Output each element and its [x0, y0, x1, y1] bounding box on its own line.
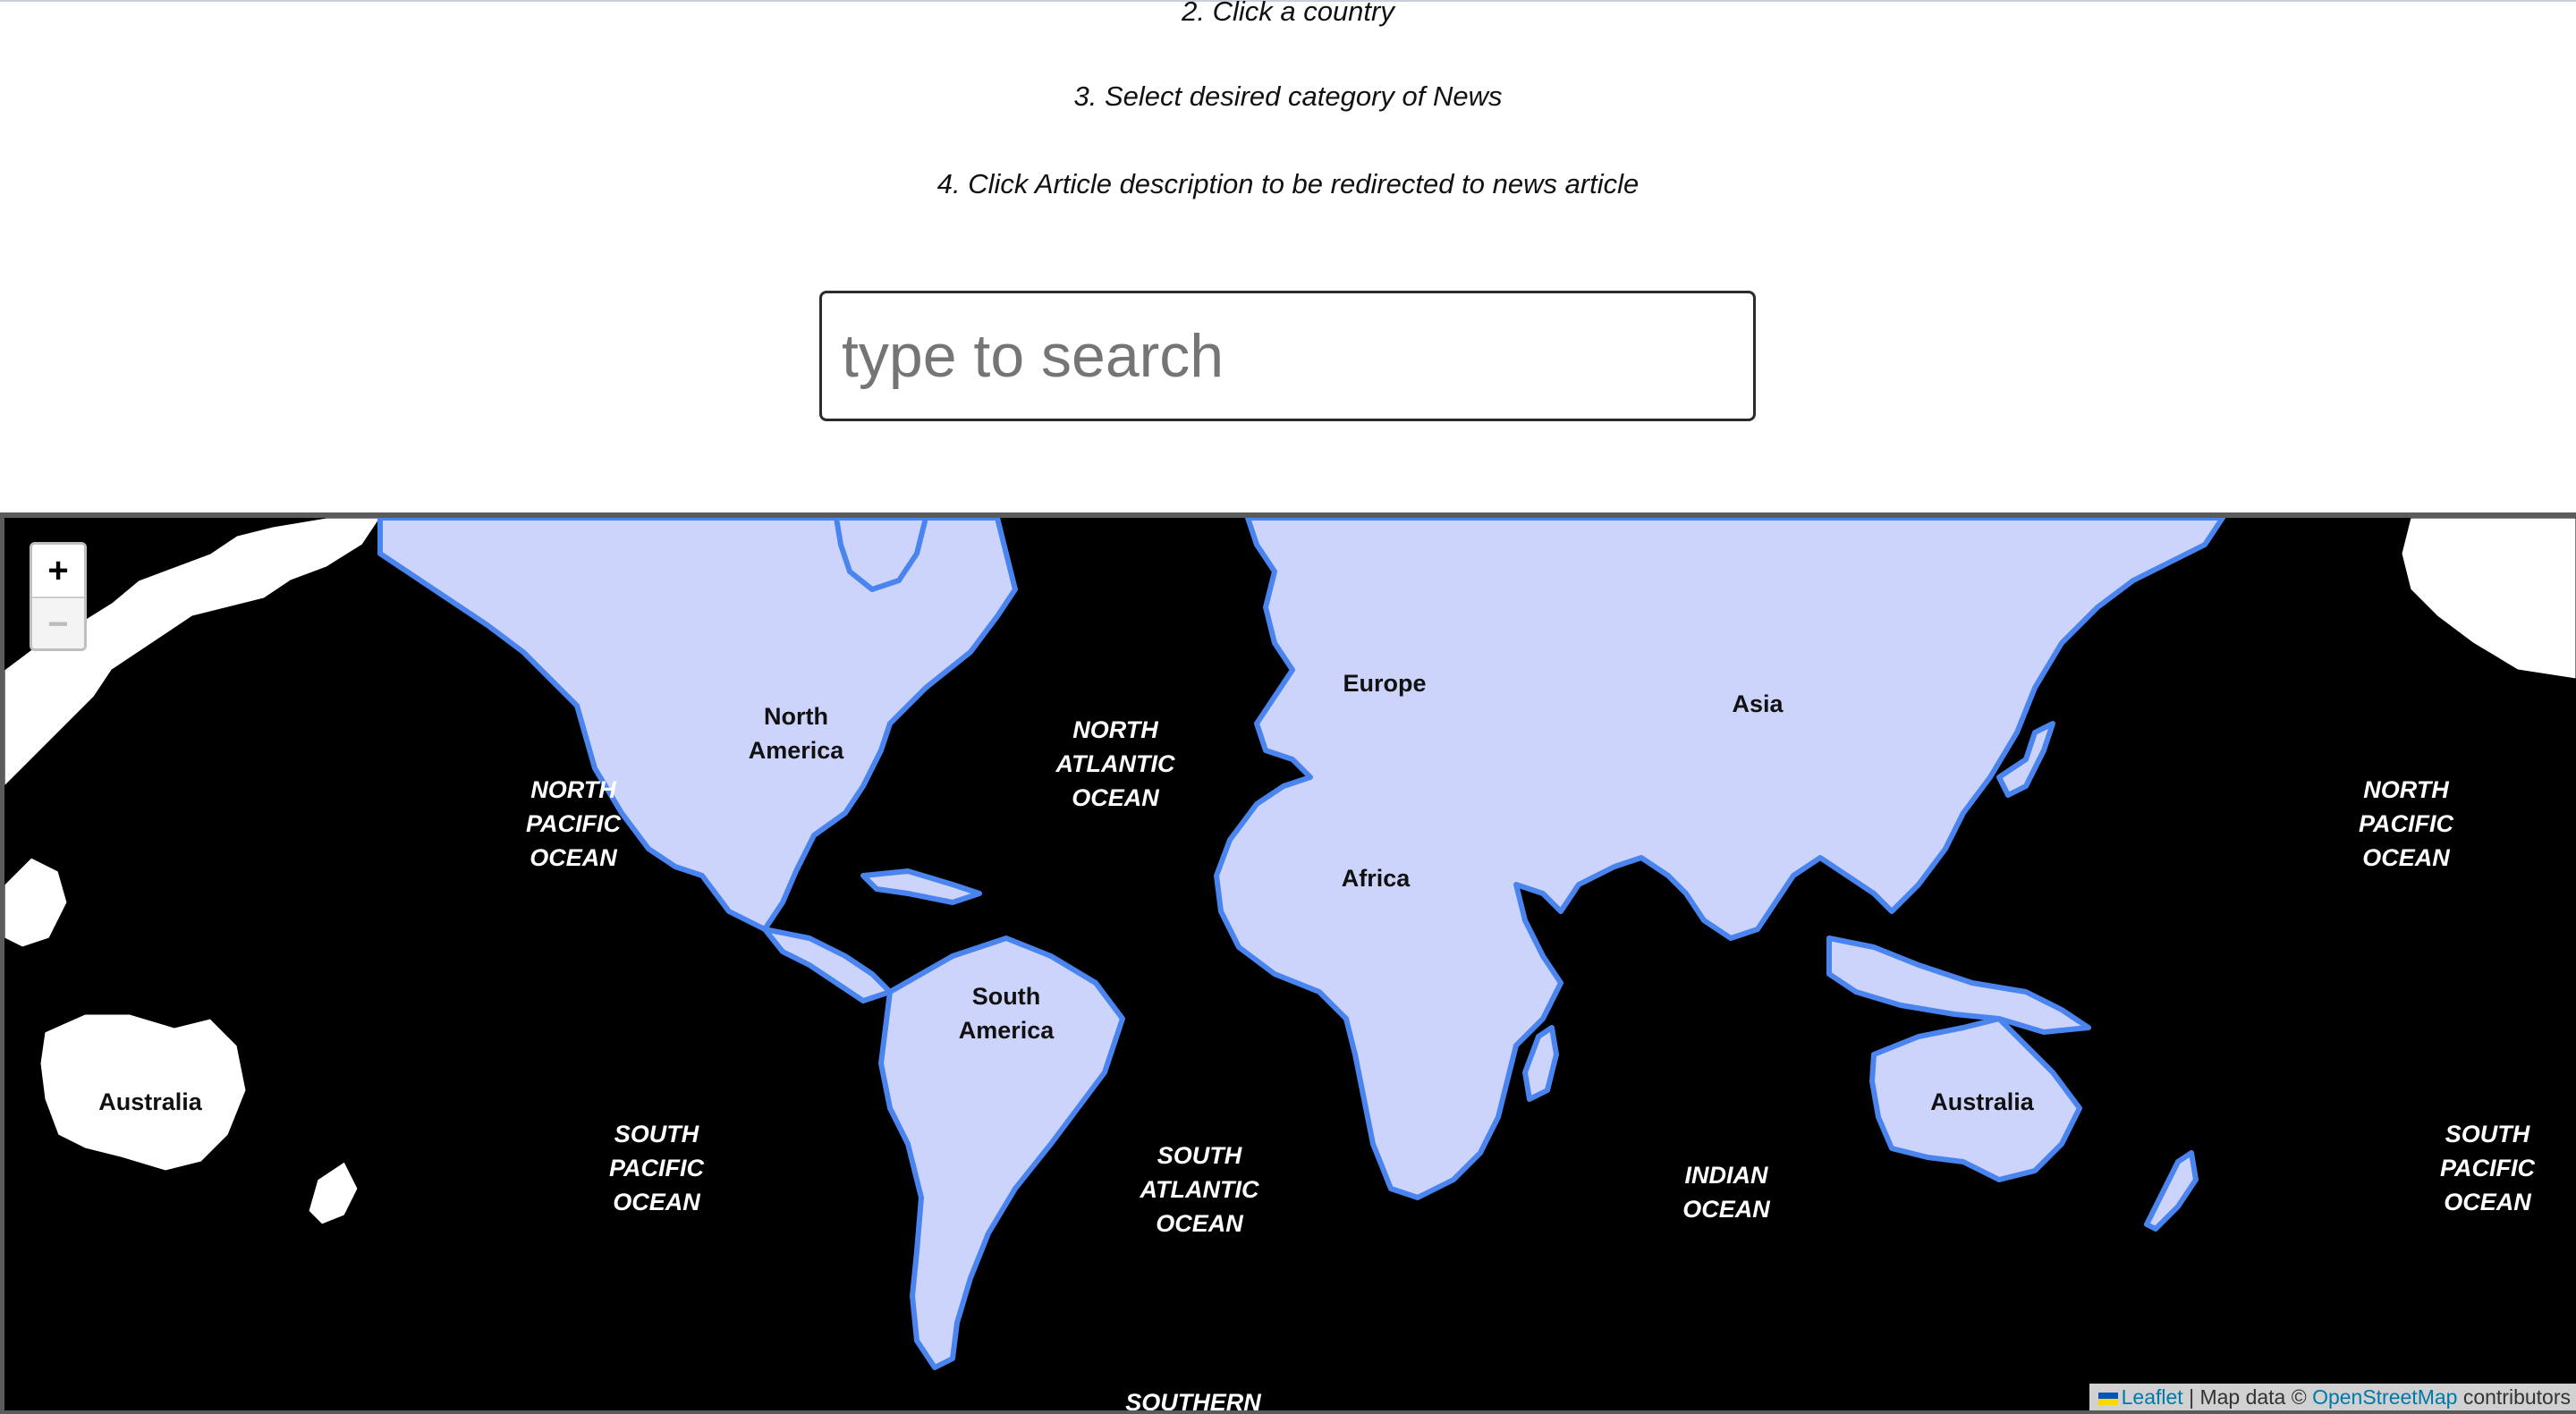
- continent-label-north-america: North America: [748, 703, 844, 764]
- leaflet-link[interactable]: Leaflet: [2097, 1385, 2183, 1409]
- zoom-in-button[interactable]: +: [32, 545, 84, 597]
- attribution-map-data: Map data ©: [2199, 1385, 2307, 1409]
- zoom-control: + −: [30, 542, 87, 651]
- continent-label-south-america: South America: [958, 983, 1055, 1044]
- ocean-label-north-atlantic: NORTH ATLANTIC OCEAN: [1055, 716, 1175, 811]
- instruction-step-3: 3. Select desired category of News: [1073, 80, 1503, 112]
- continent-label-asia: Asia: [1732, 690, 1784, 717]
- continent-label-australia-west: Australia: [98, 1088, 202, 1115]
- central-america-shape: [762, 927, 893, 1003]
- osm-link[interactable]: OpenStreetMap: [2312, 1385, 2457, 1409]
- highlighted-countries[interactable]: [377, 518, 2225, 1370]
- map-tiles[interactable]: [4, 518, 2576, 1410]
- new-zealand-shape: [2144, 1150, 2199, 1232]
- instruction-step-4: 4. Click Article description to be redir…: [936, 168, 1640, 199]
- continent-label-africa: Africa: [1341, 865, 1411, 892]
- continent-label-europe: Europe: [1343, 670, 1427, 697]
- north-america-shape: [377, 518, 1018, 932]
- world-map[interactable]: + − NORTH PACIFIC OCEAN NORTH ATLANTIC O…: [0, 512, 2576, 1414]
- attribution-separator: |: [2189, 1385, 2195, 1409]
- caribbean-shape: [860, 868, 982, 905]
- ocean-label-southern: SOUTHERN: [1125, 1389, 1261, 1414]
- ocean-label-indian: INDIAN OCEAN: [1682, 1162, 1770, 1223]
- zoom-out-button[interactable]: −: [32, 597, 84, 648]
- southeast-asia-shape: [1826, 936, 2091, 1035]
- ukraine-flag-icon: [2097, 1393, 2118, 1405]
- ocean-label-north-pacific-west: NORTH PACIFIC OCEAN: [526, 776, 621, 871]
- instruction-step-2: 2. Click a country: [1182, 0, 1394, 27]
- madagascar-shape: [1522, 1025, 1559, 1102]
- ocean-label-south-pacific-east: SOUTH PACIFIC OCEAN: [2440, 1121, 2535, 1215]
- attribution-contributors: contributors: [2462, 1385, 2571, 1409]
- search-container: [819, 291, 1756, 421]
- continent-label-australia-east: Australia: [1930, 1088, 2034, 1115]
- search-input[interactable]: [819, 291, 1756, 421]
- ocean-label-north-pacific-east: NORTH PACIFIC OCEAN: [2359, 776, 2453, 871]
- ocean-label-south-pacific-west: SOUTH PACIFIC OCEAN: [609, 1121, 704, 1215]
- ocean-label-south-atlantic: SOUTH ATLANTIC OCEAN: [1140, 1142, 1259, 1237]
- map-attribution: Leaflet | Map data © OpenStreetMap contr…: [2089, 1384, 2576, 1410]
